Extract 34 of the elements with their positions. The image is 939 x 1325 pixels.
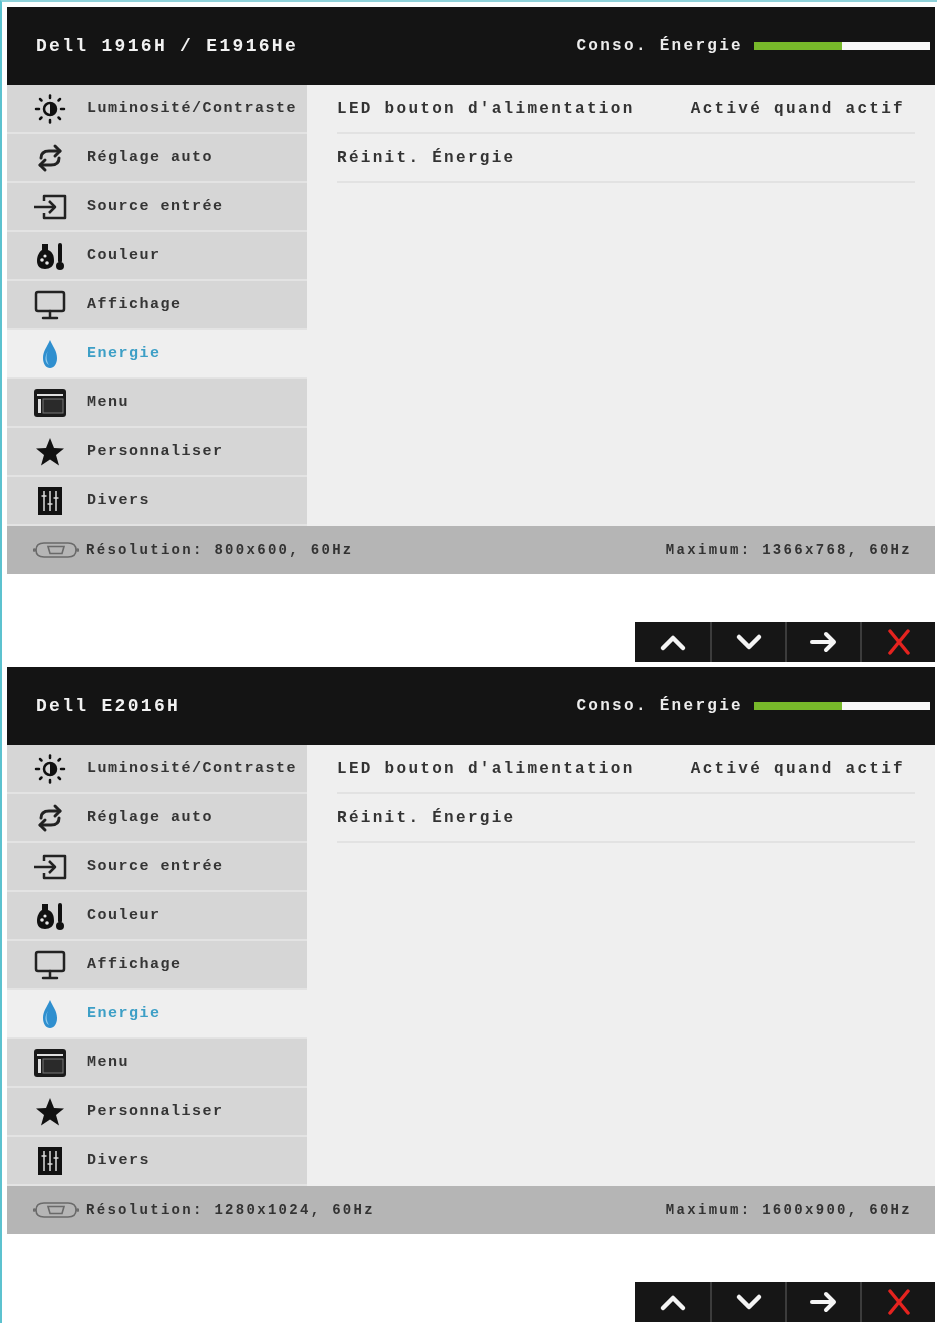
connector-icon xyxy=(33,1201,79,1219)
max-resolution-text: Maximum: 1366x768, 60Hz xyxy=(665,542,912,558)
enter-button[interactable] xyxy=(785,1282,860,1322)
window-icon xyxy=(33,1047,67,1078)
monitor-icon xyxy=(33,289,67,320)
setting-item[interactable]: LED bouton d'alimentation xyxy=(337,759,635,778)
power-meter-label: Conso. Énergie xyxy=(576,37,743,55)
sun-icon xyxy=(33,753,67,784)
down-button[interactable] xyxy=(710,622,785,662)
setting-item[interactable]: LED bouton d'alimentation xyxy=(337,99,635,118)
star-icon xyxy=(33,1096,67,1127)
up-button[interactable] xyxy=(635,1282,710,1322)
resolution-text: Résolution: 800x600, 60Hz xyxy=(86,542,354,558)
resolution-text: Résolution: 1280x1024, 60Hz xyxy=(86,1202,375,1218)
connector-icon xyxy=(33,541,79,559)
power-meter-label: Conso. Énergie xyxy=(576,697,743,715)
monitor-model-title: Dell E2016H xyxy=(36,696,181,716)
monitor-icon xyxy=(33,949,67,980)
setting-item[interactable]: Réinit. Énergie xyxy=(337,148,516,167)
star-icon xyxy=(33,436,67,467)
setting-value: Activé quand actif xyxy=(690,99,905,118)
sun-icon xyxy=(33,93,67,124)
up-button[interactable] xyxy=(635,622,710,662)
arrow-right-icon xyxy=(808,1289,839,1315)
enter-button[interactable] xyxy=(785,622,860,662)
exit-button[interactable] xyxy=(860,622,935,662)
down-button[interactable] xyxy=(710,1282,785,1322)
monitor-model-title: Dell 1916H / E1916He xyxy=(36,36,299,56)
setting-item[interactable]: Réinit. Énergie xyxy=(337,808,516,827)
arrow-right-icon xyxy=(808,629,839,655)
max-resolution-text: Maximum: 1600x900, 60Hz xyxy=(665,1202,912,1218)
exit-button[interactable] xyxy=(860,1282,935,1322)
window-icon xyxy=(33,387,67,418)
setting-value: Activé quand actif xyxy=(690,759,905,778)
